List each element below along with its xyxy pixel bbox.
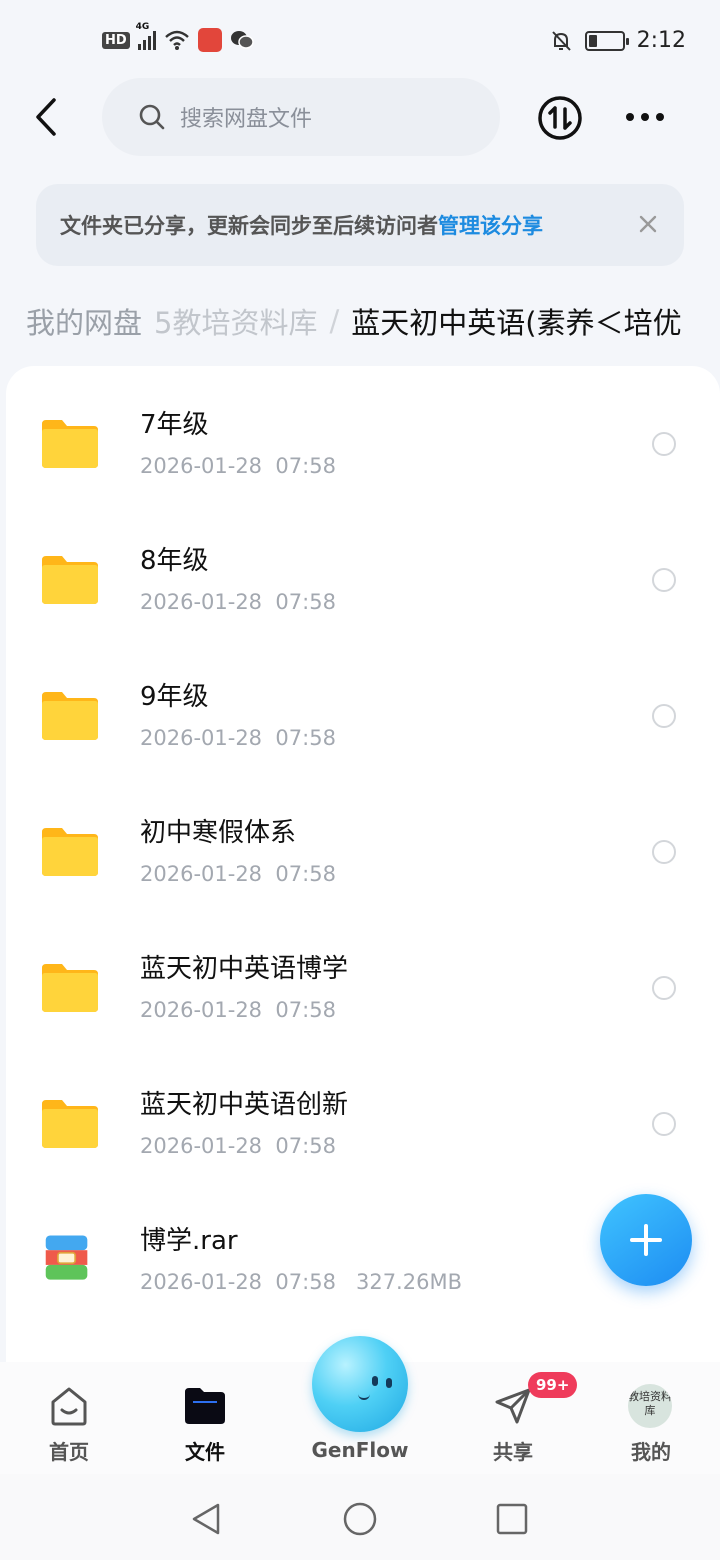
archive-icon	[45, 1235, 88, 1280]
file-meta: 2026-01-28 07:58	[140, 998, 336, 1022]
search-icon	[139, 104, 165, 130]
breadcrumb-separator: /	[329, 304, 340, 338]
folder-icon	[42, 828, 98, 876]
search-input[interactable]: 搜索网盘文件	[102, 78, 500, 156]
top-bar: 搜索网盘文件	[0, 78, 720, 158]
folder-icon	[42, 964, 98, 1012]
file-name: 蓝天初中英语博学	[140, 954, 349, 984]
tab-mine-label: 我的	[631, 1440, 671, 1464]
folder-icon	[42, 420, 98, 468]
status-time: 2:12	[636, 28, 686, 53]
genflow-button[interactable]	[312, 1336, 408, 1432]
network-type-label: 4G	[135, 22, 150, 32]
select-checkbox[interactable]	[652, 840, 676, 864]
tab-files-label: 文件	[185, 1440, 225, 1464]
select-checkbox[interactable]	[652, 704, 676, 728]
select-checkbox[interactable]	[652, 976, 676, 1000]
home-icon	[51, 1387, 87, 1426]
nav-recents-icon[interactable]	[495, 1502, 529, 1536]
avatar[interactable]: 教培资料库	[628, 1384, 672, 1428]
nav-back-icon[interactable]	[190, 1502, 224, 1536]
file-meta: 2026-01-28 07:58	[140, 726, 336, 750]
list-item[interactable]: 蓝天初中英语创新 2026-01-28 07:58	[6, 1046, 720, 1182]
avatar-text: 教培资料库	[628, 1390, 672, 1417]
select-checkbox[interactable]	[652, 432, 676, 456]
folder-icon	[42, 556, 98, 604]
manage-share-link[interactable]: 管理该分享	[438, 210, 543, 240]
file-name: 8年级	[140, 546, 209, 576]
status-left: HD 4G	[102, 22, 254, 52]
signal-icon: 4G	[136, 22, 156, 50]
close-icon[interactable]	[636, 212, 660, 236]
share-banner: 文件夹已分享，更新会同步至后续访问者 管理该分享	[36, 184, 684, 266]
wechat-icon	[230, 31, 254, 49]
search-placeholder: 搜索网盘文件	[180, 107, 313, 132]
file-name: 博学.rar	[140, 1226, 238, 1256]
back-arrow-icon	[36, 98, 56, 136]
battery-icon	[584, 30, 629, 51]
file-meta: 2026-01-28 07:58	[140, 862, 336, 886]
tab-home-label: 首页	[49, 1440, 89, 1464]
transfer-icon[interactable]	[536, 94, 584, 142]
hd-badge: HD	[102, 31, 130, 49]
file-meta: 2026-01-28 07:58 327.26MB	[140, 1270, 462, 1294]
system-nav-bar	[0, 1474, 720, 1560]
breadcrumb-root[interactable]: 我的网盘	[26, 300, 142, 342]
wifi-icon	[164, 30, 189, 50]
list-item[interactable]: 8年级 2026-01-28 07:58	[6, 502, 720, 638]
select-checkbox[interactable]	[652, 568, 676, 592]
breadcrumb-parent[interactable]: 5教培资料库	[154, 300, 317, 342]
file-name: 初中寒假体系	[140, 818, 297, 848]
share-banner-message: 文件夹已分享，更新会同步至后续访问者	[60, 214, 438, 238]
folder-icon	[42, 692, 98, 740]
tab-files[interactable]: 文件	[150, 1362, 260, 1474]
genflow-label: GenFlow	[311, 1438, 409, 1462]
file-name: 7年级	[140, 410, 209, 440]
list-item[interactable]: 蓝天初中英语博学 2026-01-28 07:58	[6, 910, 720, 1046]
share-count-badge: 99+	[528, 1372, 578, 1398]
status-right: 2:12	[549, 28, 686, 53]
more-icon	[626, 113, 634, 121]
file-name: 蓝天初中英语创新	[140, 1090, 349, 1120]
select-checkbox[interactable]	[652, 1112, 676, 1136]
file-meta: 2026-01-28 07:58	[140, 590, 336, 614]
folder-icon	[42, 1100, 98, 1148]
breadcrumb-current: 蓝天初中英语(素养＜培优	[351, 306, 682, 340]
status-bar: HD 4G 2:12	[0, 0, 720, 84]
file-name: 9年级	[140, 682, 209, 712]
more-button[interactable]	[620, 102, 670, 132]
file-meta: 2026-01-28 07:58	[140, 1134, 336, 1158]
list-item[interactable]: 7年级 2026-01-28 07:58	[6, 366, 720, 502]
folder-icon	[185, 1388, 225, 1424]
back-button[interactable]	[26, 94, 66, 140]
list-item[interactable]: 初中寒假体系 2026-01-28 07:58	[6, 774, 720, 910]
nav-home-icon[interactable]	[343, 1502, 377, 1536]
tab-home[interactable]: 首页	[14, 1362, 124, 1474]
tab-share-label: 共享	[493, 1440, 533, 1464]
breadcrumb: 我的网盘 5教培资料库 / 蓝天初中英语(素养＜培优	[26, 296, 720, 346]
mute-bell-icon	[551, 30, 571, 51]
add-button[interactable]	[600, 1194, 692, 1286]
file-meta: 2026-01-28 07:58	[140, 454, 336, 478]
app-notification-icon	[197, 28, 222, 52]
list-item[interactable]: 9年级 2026-01-28 07:58	[6, 638, 720, 774]
